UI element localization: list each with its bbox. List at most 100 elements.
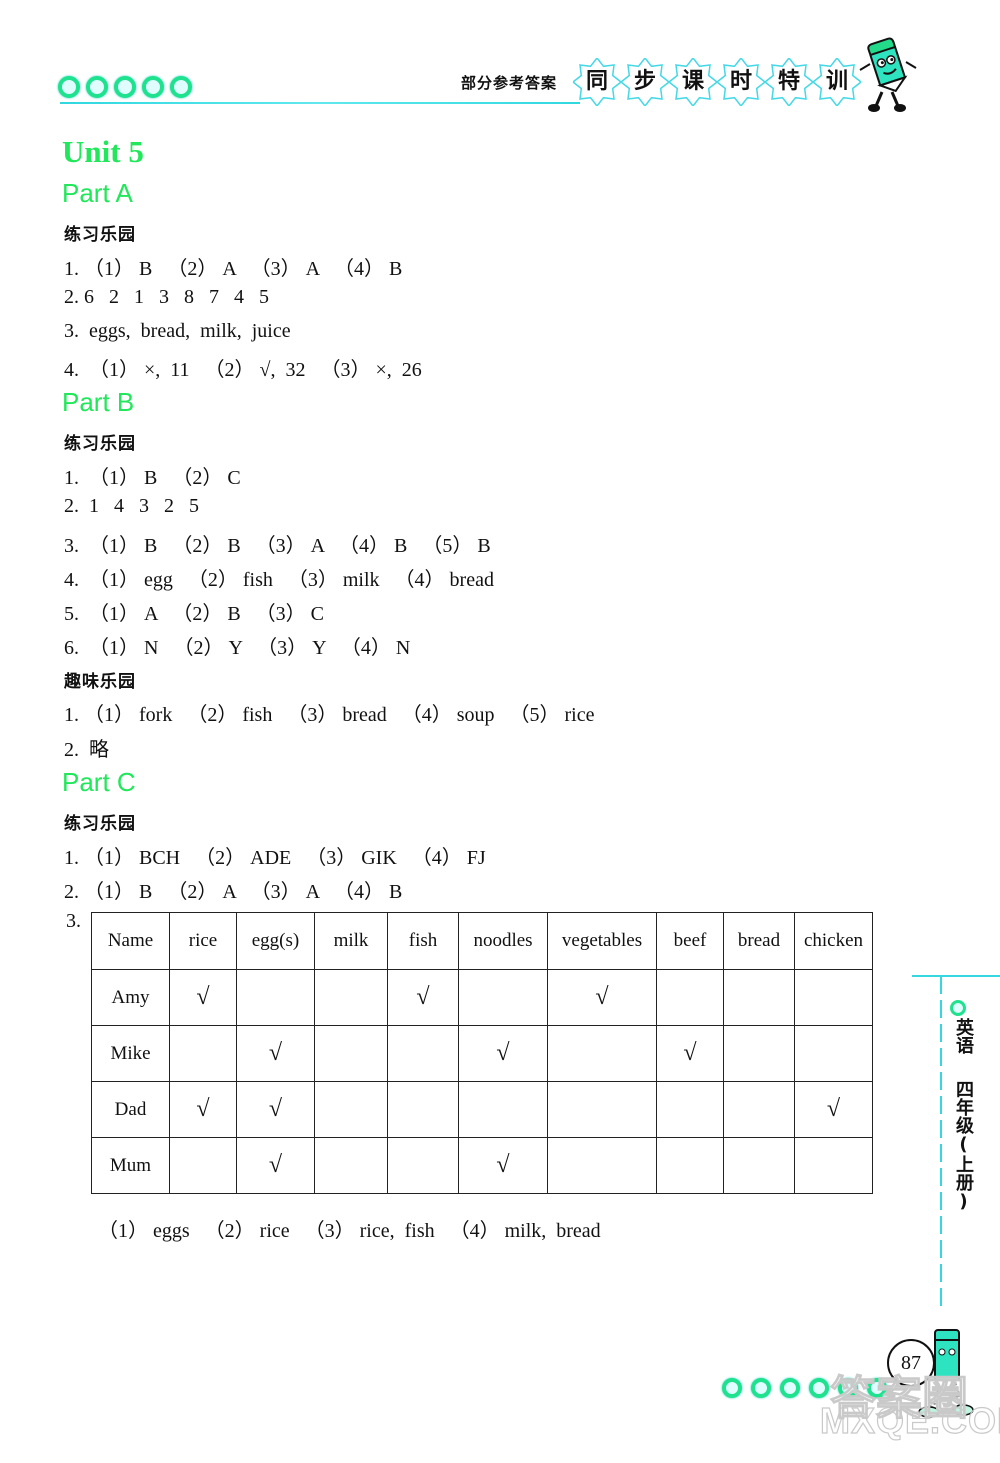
unit-title: Unit 5 (62, 134, 144, 169)
food-preference-table: Name rice egg(s) milk fish noodles veget… (91, 912, 873, 1194)
circle-icon (809, 1378, 829, 1398)
column-header: Name (91, 912, 170, 970)
check-mark-cell: √ (656, 1025, 724, 1082)
part-b-section-title: 练习乐园 (64, 434, 136, 454)
row-name-cell: Mike (91, 1025, 170, 1082)
empty-cell (314, 1081, 388, 1138)
title-star-badge: 特 (765, 58, 813, 106)
empty-cell (723, 1081, 795, 1138)
answer-line: 2. 6 2 1 3 8 7 4 5 (64, 286, 269, 308)
side-grade-label: 四年级(上册) (953, 1080, 974, 1212)
column-header: rice (169, 912, 237, 970)
answer-line: 1. （1） fork （2） fish （3） bread （4） soup … (64, 704, 595, 726)
empty-cell (387, 1137, 459, 1194)
check-mark-cell: √ (169, 969, 237, 1026)
circle-icon (722, 1378, 742, 1398)
part-c-section-title: 练习乐园 (64, 814, 136, 834)
title-char: 训 (825, 69, 848, 94)
circle-icon (142, 76, 164, 98)
side-divider (912, 975, 1000, 977)
empty-cell (656, 1137, 724, 1194)
part-a-section-title: 练习乐园 (64, 225, 136, 245)
answer-line: 2. 1 4 3 2 5 (64, 495, 199, 517)
empty-cell (794, 1025, 873, 1082)
row-name-cell: Mum (91, 1137, 170, 1194)
title-star-badge: 步 (621, 58, 669, 106)
title-char: 步 (633, 69, 656, 94)
circle-icon (86, 76, 108, 98)
part-c-title: Part C (62, 767, 136, 797)
answer-line: 1. （1） BCH （2） ADE （3） GIK （4） FJ (64, 847, 486, 869)
title-star-badge: 课 (669, 58, 717, 106)
empty-cell (387, 1025, 459, 1082)
empty-cell (656, 1081, 724, 1138)
check-mark-cell: √ (547, 969, 657, 1026)
answer-line: 1. （1） B （2） C (64, 467, 241, 489)
column-header: vegetables (547, 912, 657, 970)
empty-cell (794, 1137, 873, 1194)
title-char: 课 (681, 69, 704, 94)
empty-cell (656, 969, 724, 1026)
title-star-badge: 时 (717, 58, 765, 106)
answer-line: 3. eggs, bread, milk, juice (64, 320, 291, 342)
side-divider-vertical (940, 976, 942, 1306)
header-caption: 部分参考答案 (461, 74, 558, 92)
empty-cell (723, 969, 795, 1026)
empty-cell (794, 969, 873, 1026)
answer-line: 1. （1） B （2） A （3） A （4） B (64, 258, 403, 280)
title-star-badge: 训 (813, 58, 861, 106)
page-header: 部分参考答案 同步课时特训 (0, 0, 1000, 130)
column-header: bread (723, 912, 795, 970)
part-b-title: Part B (62, 387, 135, 417)
empty-cell (547, 1025, 657, 1082)
check-mark-cell: √ (169, 1081, 237, 1138)
title-char: 同 (585, 69, 608, 94)
table-answers: （1） eggs （2） rice （3） rice, fish （4） mil… (98, 1220, 601, 1242)
answer-line: 5. （1） A （2） B （3） C (64, 603, 325, 625)
column-header: milk (314, 912, 388, 970)
part-b-fun-section-title: 趣味乐园 (64, 672, 136, 692)
empty-cell (723, 1137, 795, 1194)
circle-icon (114, 76, 136, 98)
header-divider (60, 102, 580, 104)
circle-icon (58, 76, 80, 98)
circle-icon (950, 1000, 966, 1016)
answer-line: 4. （1） egg （2） fish （3） milk （4） bread (64, 569, 494, 591)
empty-cell (458, 969, 548, 1026)
empty-cell (314, 969, 388, 1026)
circle-icon (751, 1378, 771, 1398)
column-header: beef (656, 912, 724, 970)
column-header: noodles (458, 912, 548, 970)
part-a-title: Part A (62, 178, 133, 208)
empty-cell (387, 1081, 459, 1138)
empty-cell (314, 1137, 388, 1194)
answer-line: 2. 略 (64, 739, 109, 761)
check-mark-cell: √ (458, 1137, 548, 1194)
title-char: 特 (777, 69, 800, 94)
series-title: 同步课时特训 (573, 58, 861, 106)
empty-cell (723, 1025, 795, 1082)
column-header: chicken (794, 912, 873, 970)
check-mark-cell: √ (236, 1081, 315, 1138)
empty-cell (169, 1025, 237, 1082)
check-mark-cell: √ (236, 1025, 315, 1082)
side-subject-label: 英语 (953, 1018, 974, 1054)
row-name-cell: Dad (91, 1081, 170, 1138)
circle-icon (780, 1378, 800, 1398)
circle-icon (170, 76, 192, 98)
check-mark-cell: √ (236, 1137, 315, 1194)
column-header: fish (387, 912, 459, 970)
pencil-mascot-icon (859, 37, 917, 112)
header-decorative-dots (58, 76, 192, 98)
question-number: 3. (66, 910, 81, 932)
empty-cell (458, 1081, 548, 1138)
table-row: Mike √ √ √ (91, 1025, 873, 1082)
empty-cell (547, 1137, 657, 1194)
empty-cell (314, 1025, 388, 1082)
check-mark-cell: √ (387, 969, 459, 1026)
answer-line: 2. （1） B （2） A （3） A （4） B (64, 881, 403, 903)
answer-line: 6. （1） N （2） Y （3） Y （4） N (64, 637, 411, 659)
table-header-row: Name rice egg(s) milk fish noodles veget… (91, 912, 873, 970)
empty-cell (169, 1137, 237, 1194)
title-char: 时 (729, 69, 752, 94)
